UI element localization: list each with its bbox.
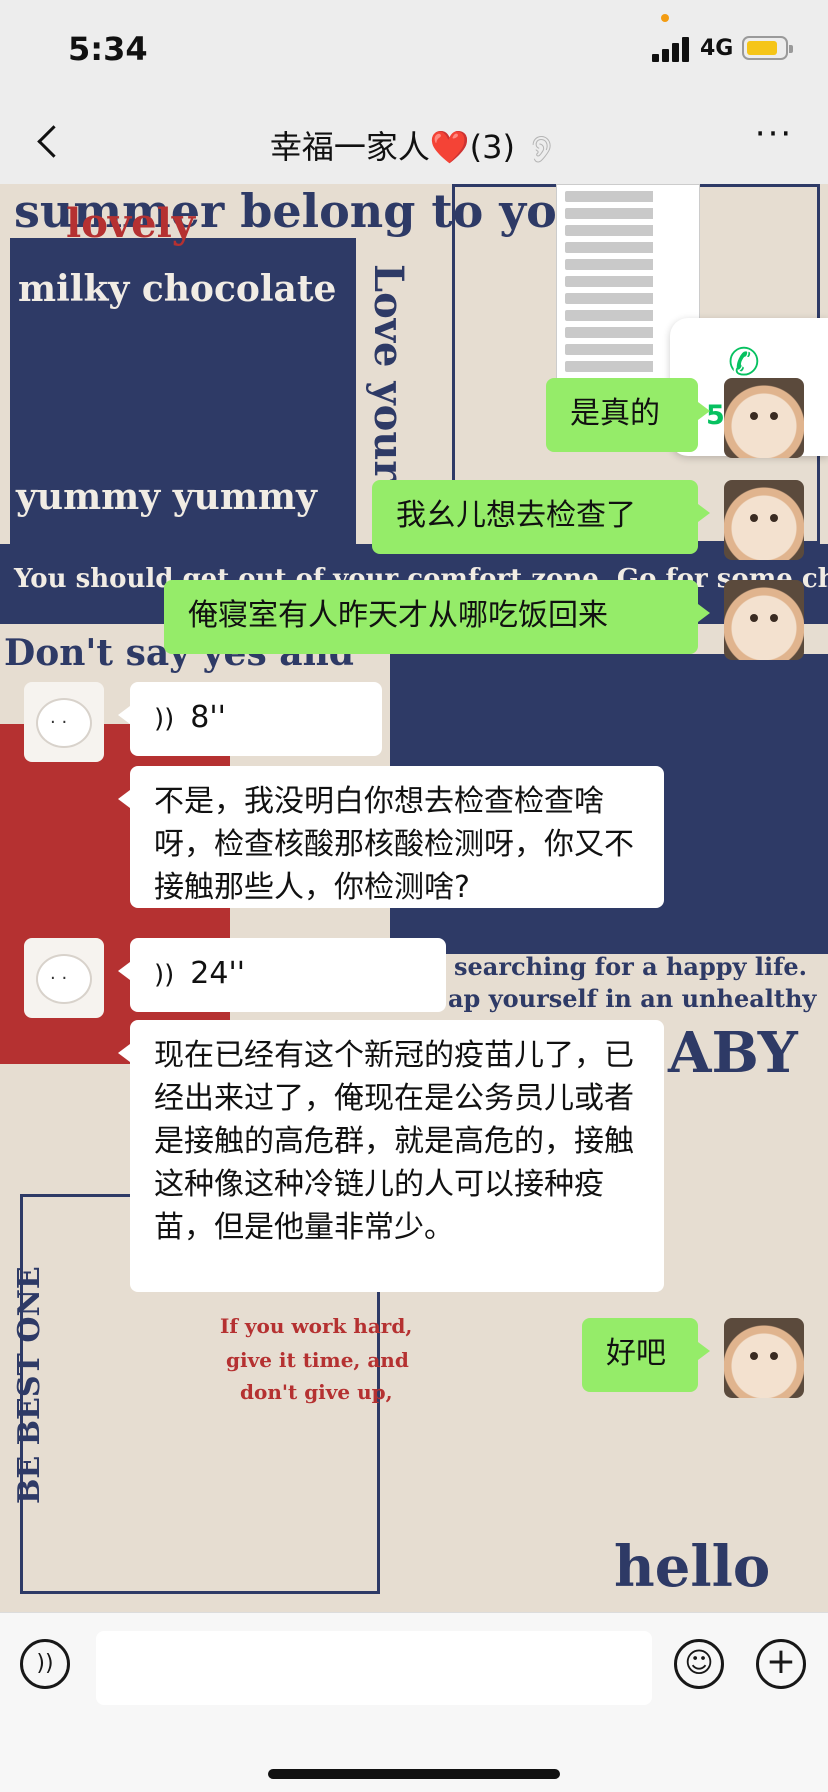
wallpaper-text: yummy yummy: [16, 476, 317, 518]
home-indicator[interactable]: [268, 1769, 560, 1779]
plus-icon[interactable]: +: [756, 1639, 806, 1689]
network-type: 4G: [700, 36, 734, 61]
wallpaper-text: lovely: [66, 200, 196, 247]
chat-area[interactable]: summer belong to yo lovely milky chocola…: [0, 184, 828, 1612]
voice-input-icon[interactable]: )): [20, 1639, 70, 1689]
sender-avatar[interactable]: [24, 682, 104, 762]
recording-indicator-dot: [661, 14, 669, 22]
my-avatar[interactable]: [724, 480, 804, 560]
wallpaper-text: searching for a happy life.: [454, 952, 808, 981]
wallpaper-text: If you work hard,: [220, 1314, 413, 1338]
member-count: (3): [469, 128, 515, 166]
message-bubble-outgoing[interactable]: 好吧: [582, 1318, 710, 1392]
message-bubble-outgoing[interactable]: 我幺儿想去检查了: [372, 480, 710, 554]
heart-emoji: ❤️: [429, 128, 470, 166]
message-bubble-outgoing[interactable]: 是真的: [546, 378, 710, 452]
chat-title[interactable]: 幸福一家人❤️(3) 👂︎: [0, 122, 828, 168]
message-input[interactable]: [96, 1631, 652, 1705]
voice-message-bubble[interactable]: )) 8'': [118, 682, 382, 756]
battery-icon: [742, 36, 793, 60]
signal-icon: [652, 36, 696, 62]
my-avatar[interactable]: [724, 580, 804, 660]
wallpaper-text: BE BEST ONE: [12, 1266, 47, 1504]
wallpaper-text: give it time, and: [226, 1348, 409, 1372]
wallpaper-text: milky chocolate: [18, 268, 337, 310]
wallpaper-text: ap yourself in an unhealthy: [448, 984, 817, 1013]
my-avatar[interactable]: [724, 378, 804, 458]
message-bubble-outgoing[interactable]: 俺寝室有人昨天才从哪吃饭回来: [164, 580, 710, 654]
emoji-icon[interactable]: ☺︎: [674, 1639, 724, 1689]
wechat-group-chat-screen: 5:34 4G 幸福一家人❤️(3) 👂︎ ··· summer belong …: [0, 0, 828, 1792]
voice-message-bubble[interactable]: )) 24'': [118, 938, 446, 1012]
wallpaper-text: ABY: [668, 1020, 798, 1086]
more-options-icon[interactable]: ···: [750, 117, 798, 160]
wallpaper-text: don't give up,: [240, 1380, 393, 1404]
sender-avatar[interactable]: [24, 938, 104, 1018]
voice-wave-icon: )): [154, 960, 175, 990]
group-name: 幸福一家人: [269, 128, 430, 166]
my-avatar[interactable]: [724, 1318, 804, 1398]
voice-duration: 24'': [190, 956, 245, 991]
nav-bar: 幸福一家人❤️(3) 👂︎ ···: [0, 100, 828, 184]
voice-duration: 8'': [190, 700, 226, 735]
message-bubble-incoming[interactable]: 不是，我没明白你想去检查检查啥呀，检查核酸那核酸检测呀，你又不接触那些人，你检测…: [118, 766, 664, 908]
ear-icon: 👂︎: [525, 135, 559, 165]
voice-wave-icon: )): [154, 704, 175, 734]
status-time: 5:34: [68, 30, 148, 68]
wallpaper-text: hello: [614, 1534, 771, 1600]
chat-input-bar: )) ☺︎ +: [0, 1612, 828, 1792]
message-bubble-incoming[interactable]: 现在已经有这个新冠的疫苗儿了，已经出来过了，俺现在是公务员儿或者是接触的高危群，…: [118, 1020, 664, 1292]
status-bar: 5:34 4G: [0, 0, 828, 100]
